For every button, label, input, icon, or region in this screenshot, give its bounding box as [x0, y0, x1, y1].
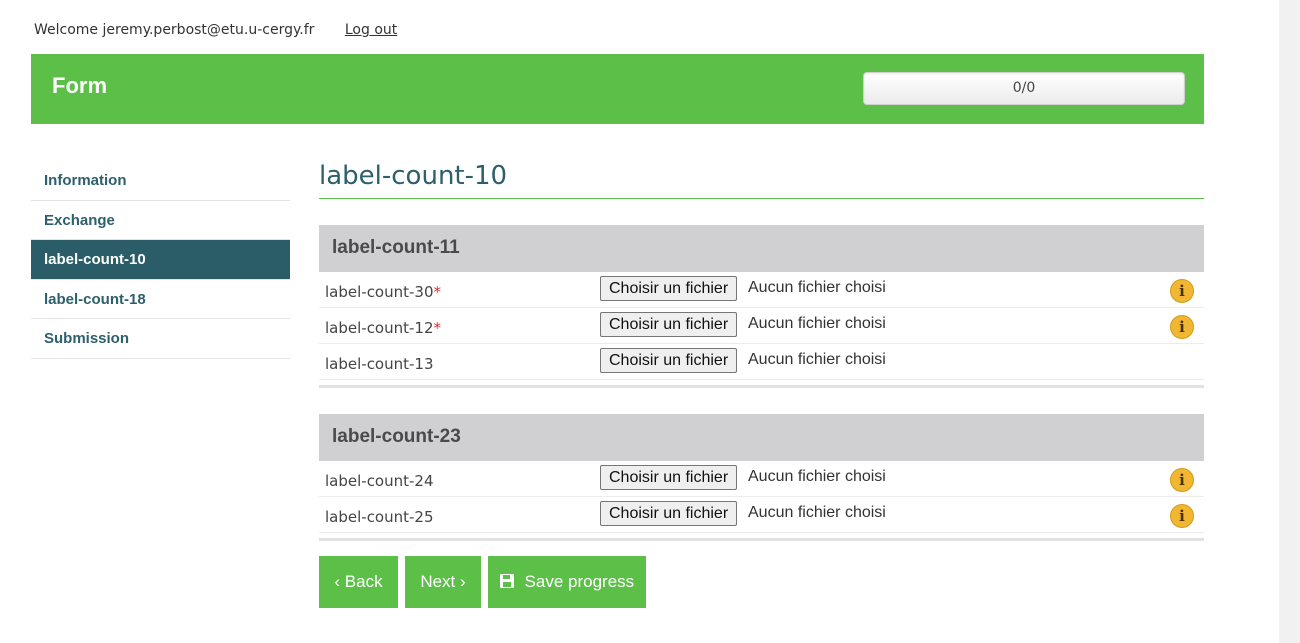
section-title: label-count-23: [319, 414, 1204, 461]
file-row: label-count-24 Choisir un fichier Aucun …: [319, 461, 1204, 497]
info-icon[interactable]: i: [1170, 315, 1194, 339]
scrollbar-track[interactable]: [1279, 0, 1300, 643]
field-label-text: label-count-25: [325, 508, 434, 526]
page-title: label-count-10: [319, 156, 1204, 199]
section-label-count-11: label-count-11 label-count-30* Choisir u…: [319, 225, 1204, 388]
field-label: label-count-13: [325, 355, 434, 373]
required-marker: *: [433, 319, 442, 337]
file-row: label-count-30* Choisir un fichier Aucun…: [319, 272, 1204, 308]
field-label: label-count-30*: [325, 283, 441, 301]
file-status: Aucun fichier choisi: [748, 351, 886, 368]
choose-file-button[interactable]: Choisir un fichier: [600, 276, 738, 301]
required-marker: *: [433, 283, 442, 301]
choose-file-button[interactable]: Choisir un fichier: [600, 501, 738, 526]
sidebar-nav: Information Exchange label-count-10 labe…: [31, 161, 290, 359]
choose-file-button[interactable]: Choisir un fichier: [600, 348, 738, 373]
field-label: label-count-24: [325, 472, 434, 490]
next-label: Next: [420, 572, 456, 591]
file-row: label-count-25 Choisir un fichier Aucun …: [319, 497, 1204, 533]
file-status: Aucun fichier choisi: [748, 279, 886, 296]
sidebar-item-label-count-10[interactable]: label-count-10: [31, 240, 290, 280]
file-status: Aucun fichier choisi: [748, 468, 886, 485]
field-label-text: label-count-24: [325, 472, 434, 490]
logout-link[interactable]: Log out: [345, 22, 397, 38]
section-divider: [319, 538, 1204, 541]
top-bar: Welcome jeremy.perbost@etu.u-cergy.fr Lo…: [34, 22, 397, 38]
welcome-text: Welcome jeremy.perbost@etu.u-cergy.fr: [34, 22, 315, 38]
chevron-right-icon: ›: [460, 572, 466, 591]
save-label: Save progress: [524, 572, 635, 591]
sidebar-item-label-count-18[interactable]: label-count-18: [31, 280, 290, 319]
sidebar-item-exchange[interactable]: Exchange: [31, 201, 290, 240]
section-title: label-count-11: [319, 225, 1204, 272]
field-label: label-count-25: [325, 508, 434, 526]
choose-file-button[interactable]: Choisir un fichier: [600, 465, 738, 490]
next-button[interactable]: Next ›: [405, 556, 481, 608]
form-title: Form: [52, 73, 107, 98]
section-label-count-23: label-count-23 label-count-24 Choisir un…: [319, 414, 1204, 541]
chevron-left-icon: ‹: [334, 572, 341, 591]
info-icon[interactable]: i: [1170, 279, 1194, 303]
section-divider: [319, 385, 1204, 388]
field-label: label-count-12*: [325, 319, 441, 337]
sidebar-item-information[interactable]: Information: [31, 161, 290, 201]
choose-file-button[interactable]: Choisir un fichier: [600, 312, 738, 337]
form-header: Form 0/0: [31, 54, 1204, 124]
back-label: Back: [344, 572, 383, 591]
file-row: label-count-12* Choisir un fichier Aucun…: [319, 308, 1204, 344]
save-progress-button[interactable]: Save progress: [488, 556, 646, 608]
file-status: Aucun fichier choisi: [748, 504, 886, 521]
progress-text: 0/0: [1012, 80, 1036, 96]
field-label-text: label-count-12: [325, 319, 434, 337]
main-content: label-count-10 label-count-11 label-coun…: [319, 156, 1204, 541]
file-row: label-count-13 Choisir un fichier Aucun …: [319, 344, 1204, 380]
back-button[interactable]: ‹ Back: [319, 556, 398, 608]
field-label-text: label-count-13: [325, 355, 434, 373]
info-icon[interactable]: i: [1170, 504, 1194, 528]
info-icon[interactable]: i: [1170, 468, 1194, 492]
sidebar-item-submission[interactable]: Submission: [31, 319, 290, 359]
field-label-text: label-count-30: [325, 283, 434, 301]
floppy-disk-icon: [499, 574, 514, 588]
progress-bar: 0/0: [863, 72, 1185, 105]
file-status: Aucun fichier choisi: [748, 315, 886, 332]
